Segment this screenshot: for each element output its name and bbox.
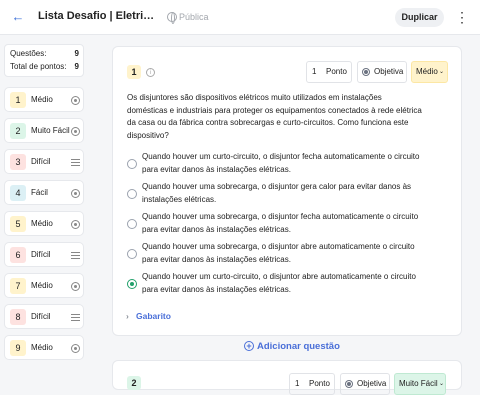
info-icon[interactable]: i [146, 68, 155, 77]
radio-icon[interactable] [127, 219, 137, 229]
list-icon [71, 159, 80, 166]
answer-option[interactable]: Quando houver uma sobrecarga, o disjunto… [127, 180, 437, 208]
answer-option-text: Quando houver um curto-circuito, o disju… [142, 152, 420, 174]
sidebar-question-item[interactable]: 4 Fácil [4, 180, 84, 205]
answer-option-text: Quando houver uma sobrecarga, o disjunto… [142, 182, 412, 204]
difficulty-label: Difícil [31, 157, 51, 166]
question-number-badge: 7 [10, 278, 26, 294]
difficulty-label: Difícil [31, 312, 51, 321]
answer-option[interactable]: Quando houver um curto-circuito, o disju… [127, 270, 437, 298]
question-number-badge: 8 [10, 309, 26, 325]
answer-option[interactable]: Quando houver uma sobrecarga, o disjunto… [127, 240, 437, 268]
add-question-label: Adicionar questão [257, 341, 340, 352]
total-points-row: Total de pontos: 9 [10, 62, 82, 71]
question-card: 1 i 1 Ponto Objetiva Médio ⌄ Os disjunto… [112, 46, 462, 336]
question-type-selector[interactable]: Objetiva [357, 61, 407, 83]
difficulty-label: Médio [31, 219, 53, 228]
questions-count-value: 9 [74, 49, 79, 58]
question-number-badge: 9 [10, 340, 26, 356]
difficulty-label: Médio [416, 67, 438, 76]
chevron-right-icon: › [126, 311, 129, 321]
answer-option-text: Quando houver um curto-circuito, o disju… [142, 272, 416, 294]
radio-icon[interactable] [127, 189, 137, 199]
difficulty-label: Médio [31, 95, 53, 104]
sidebar-question-item[interactable]: 9 Médio [4, 335, 84, 360]
difficulty-label: Médio [31, 281, 53, 290]
difficulty-label: Muito Fácil [399, 379, 438, 388]
difficulty-dropdown[interactable]: Médio ⌄ [411, 61, 448, 83]
sidebar-question-item[interactable]: 1 Médio [4, 87, 84, 112]
points-value: 1 [295, 379, 300, 388]
question-type-label: Objetiva [357, 379, 387, 388]
list-icon [71, 252, 80, 259]
question-type-selector[interactable]: Objetiva [340, 373, 390, 395]
difficulty-dropdown[interactable]: Muito Fácil ⌄ [394, 373, 446, 395]
difficulty-label: Médio [31, 343, 53, 352]
questions-count-label: Questões: [10, 49, 47, 58]
plus-circle-icon: + [244, 341, 254, 351]
answer-option-text: Quando houver uma sobrecarga, o disjunto… [142, 242, 415, 264]
question-number-badge: 3 [10, 154, 26, 170]
radio-selected-icon[interactable] [127, 279, 137, 289]
radio-type-icon [345, 380, 353, 388]
points-field[interactable]: 1 Ponto [306, 61, 352, 83]
question-number-badge: 2 [127, 376, 141, 390]
radio-type-icon [362, 68, 370, 76]
total-points-value: 9 [74, 62, 79, 71]
page-title: Lista Desafio | Eletricidade:... [38, 10, 160, 22]
more-options-icon[interactable]: ⋮ [455, 9, 469, 25]
chevron-down-icon: ⌄ [439, 69, 445, 75]
question-number-badge: 6 [10, 247, 26, 263]
difficulty-label: Difícil [31, 250, 51, 259]
radio-icon [71, 220, 80, 229]
answer-key-label: Gabarito [136, 311, 171, 321]
answer-option[interactable]: Quando houver um curto-circuito, o disju… [127, 150, 437, 178]
stats-panel: Questões: 9 Total de pontos: 9 [4, 44, 84, 77]
sidebar-question-item[interactable]: 7 Médio [4, 273, 84, 298]
add-question-button[interactable]: + Adicionar questão [244, 341, 340, 352]
question-number-badge: 2 [10, 123, 26, 139]
answer-option[interactable]: Quando houver uma sobrecarga, o disjunto… [127, 210, 437, 238]
back-arrow-icon[interactable]: ← [11, 10, 25, 24]
total-points-label: Total de pontos: [10, 62, 67, 71]
points-field[interactable]: 1 Ponto [289, 373, 335, 395]
radio-icon [71, 189, 80, 198]
difficulty-label: Muito Fácil [31, 126, 70, 135]
radio-icon [71, 96, 80, 105]
answer-key-toggle[interactable]: › Gabarito [126, 311, 171, 321]
sidebar-question-item[interactable]: 3 Difícil [4, 149, 84, 174]
top-bar: ← Lista Desafio | Eletricidade:... Públi… [0, 0, 480, 35]
question-number-badge: 5 [10, 216, 26, 232]
globe-icon [167, 12, 177, 24]
list-icon [71, 314, 80, 321]
question-card-2: 2 1 Ponto Objetiva Muito Fácil ⌄ [112, 360, 462, 395]
sidebar-question-item[interactable]: 5 Médio [4, 211, 84, 236]
visibility-label: Pública [179, 12, 209, 22]
points-label: Ponto [309, 379, 330, 388]
question-number-badge: 1 [127, 65, 141, 79]
question-text: Os disjuntores são dispositivos elétrico… [127, 93, 422, 140]
duplicate-button[interactable]: Duplicar [395, 8, 444, 27]
chevron-down-icon: ⌄ [439, 381, 445, 387]
radio-icon [71, 282, 80, 291]
difficulty-label: Fácil [31, 188, 48, 197]
sidebar-question-item[interactable]: 2 Muito Fácil [4, 118, 84, 143]
questions-count-row: Questões: 9 [10, 49, 82, 58]
radio-icon[interactable] [127, 249, 137, 259]
radio-icon[interactable] [127, 159, 137, 169]
radio-icon [71, 344, 80, 353]
question-type-label: Objetiva [374, 67, 404, 76]
sidebar-question-item[interactable]: 8 Difícil [4, 304, 84, 329]
radio-icon [71, 127, 80, 136]
sidebar-question-item[interactable]: 6 Difícil [4, 242, 84, 267]
question-number-badge: 1 [10, 92, 26, 108]
answer-option-text: Quando houver uma sobrecarga, o disjunto… [142, 212, 419, 234]
points-label: Ponto [326, 67, 347, 76]
points-value: 1 [312, 67, 317, 76]
question-number-badge: 4 [10, 185, 26, 201]
